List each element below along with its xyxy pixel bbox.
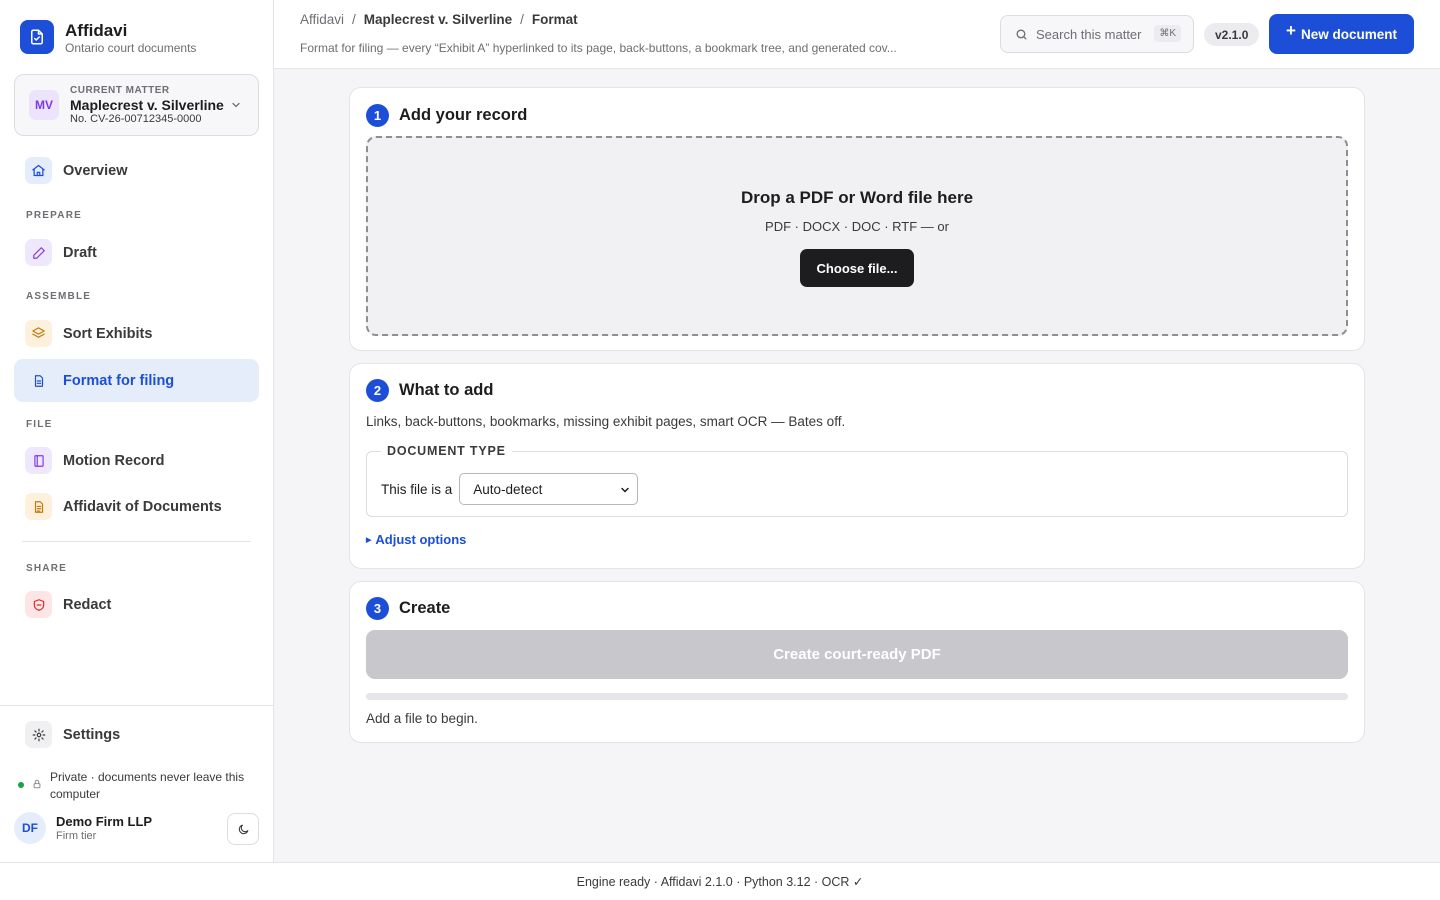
sidebar-item-affidavit-of-documents[interactable]: Affidavit of Documents bbox=[14, 485, 259, 528]
matter-kicker: CURRENT MATTER bbox=[70, 84, 170, 96]
avatar: DF bbox=[14, 812, 46, 844]
create-pdf-button[interactable]: Create court-ready PDF bbox=[366, 630, 1348, 679]
document-type-fieldset: DOCUMENT TYPE This file is a Auto-detect bbox=[366, 444, 1348, 517]
shield-icon bbox=[25, 591, 52, 618]
search-input[interactable]: Search this matter ⌘K bbox=[1000, 15, 1194, 53]
sidebar-item-label: Format for filing bbox=[63, 372, 175, 389]
top-header: Affidavi / Maplecrest v. Silverline / Fo… bbox=[274, 0, 1440, 69]
lock-icon bbox=[33, 779, 41, 789]
search-icon bbox=[1016, 28, 1027, 40]
options-summary: Links, back-buttons, bookmarks, missing … bbox=[366, 414, 846, 429]
step-title: Add your record bbox=[399, 106, 528, 124]
sidebar-item-label: Redact bbox=[63, 596, 112, 613]
sidebar-divider bbox=[22, 541, 251, 542]
sidebar-item-redact[interactable]: Redact bbox=[14, 583, 259, 626]
step-header: 3 Create bbox=[366, 597, 450, 620]
sidebar-item-label: Draft bbox=[63, 244, 97, 261]
section-label-share: SHARE bbox=[26, 563, 68, 574]
version-badge: v2.1.0 bbox=[1204, 23, 1260, 46]
search-placeholder: Search this matter bbox=[1036, 26, 1142, 42]
sidebar-item-draft[interactable]: Draft bbox=[14, 231, 259, 274]
sidebar: Affidavi Ontario court documents MV CURR… bbox=[0, 0, 274, 862]
breadcrumb-item-current: Format bbox=[531, 12, 578, 27]
user-name: Demo Firm LLP bbox=[56, 813, 153, 829]
fieldset-legend: DOCUMENT TYPE bbox=[381, 444, 512, 458]
matter-number: No. CV-26-00712345-0000 bbox=[70, 112, 202, 125]
breadcrumb-item[interactable]: Maplecrest v. Silverline bbox=[364, 12, 512, 27]
sidebar-item-label: Motion Record bbox=[63, 452, 165, 469]
step-add-record-card: 1 Add your record Drop a PDF or Word fil… bbox=[349, 87, 1365, 351]
step-number: 2 bbox=[366, 379, 389, 402]
document-type-select[interactable]: Auto-detect bbox=[459, 473, 639, 505]
disclosure-triangle-icon: ▶ bbox=[366, 536, 372, 544]
dropzone-formats: PDF · DOCX · DOC · RTF — or bbox=[765, 219, 949, 234]
status-footer: Engine ready · Affidavi 2.1.0 · Python 3… bbox=[0, 862, 1440, 900]
home-icon bbox=[25, 157, 52, 184]
sidebar-item-settings[interactable]: Settings bbox=[14, 713, 259, 756]
dropzone-title: Drop a PDF or Word file here bbox=[740, 188, 974, 207]
document-type-label: This file is a bbox=[381, 481, 453, 497]
breadcrumb-separator: / bbox=[520, 12, 524, 27]
section-label-file: FILE bbox=[26, 419, 53, 430]
breadcrumb-item[interactable]: Affidavi bbox=[300, 12, 344, 27]
matter-avatar: MV bbox=[29, 90, 59, 120]
sidebar-item-overview[interactable]: Overview bbox=[14, 149, 259, 192]
new-document-button[interactable]: + New document bbox=[1269, 14, 1414, 54]
step-title: Create bbox=[399, 599, 451, 617]
shortcut-badge: ⌘K bbox=[1154, 25, 1181, 42]
choose-file-button[interactable]: Choose file... bbox=[800, 249, 914, 287]
adjust-options-toggle[interactable]: ▶ Adjust options bbox=[366, 532, 466, 547]
brand[interactable]: Affidavi Ontario court documents bbox=[20, 20, 196, 55]
sidebar-item-motion-record[interactable]: Motion Record bbox=[14, 439, 259, 482]
privacy-text: Private · documents never leave this com… bbox=[50, 770, 245, 801]
new-document-label: New document bbox=[1300, 26, 1397, 42]
chevron-down-icon bbox=[621, 487, 630, 493]
sidebar-item-sort-exhibits[interactable]: Sort Exhibits bbox=[14, 312, 259, 355]
step-create-card: 3 Create Create court-ready PDF Add a fi… bbox=[349, 581, 1365, 743]
status-text: Add a file to begin. bbox=[366, 711, 478, 726]
file-text-icon bbox=[25, 367, 52, 394]
matter-name: Maplecrest v. Silverline bbox=[70, 96, 224, 113]
privacy-notice: Private · documents never leave this com… bbox=[18, 769, 258, 803]
step-what-to-add-card: 2 What to add Links, back-buttons, bookm… bbox=[349, 363, 1365, 569]
adjust-options-label: Adjust options bbox=[375, 532, 467, 547]
sidebar-item-format-for-filing[interactable]: Format for filing bbox=[14, 359, 259, 402]
step-number: 3 bbox=[366, 597, 389, 620]
sun-gear-icon bbox=[25, 721, 52, 748]
file-list-icon bbox=[25, 493, 52, 520]
step-number: 1 bbox=[366, 104, 389, 127]
sidebar-footer-divider bbox=[0, 705, 274, 706]
pencil-icon bbox=[25, 239, 52, 266]
select-value: Auto-detect bbox=[473, 481, 543, 497]
sidebar-item-label: Affidavit of Documents bbox=[63, 498, 222, 515]
page-subtitle: Format for filing — every “Exhibit A” hy… bbox=[300, 41, 897, 55]
section-label-prepare: PREPARE bbox=[26, 210, 83, 221]
document-check-icon bbox=[20, 20, 54, 54]
plus-icon: + bbox=[1286, 21, 1296, 40]
progress-bar bbox=[366, 693, 1348, 700]
brand-name: Affidavi bbox=[65, 21, 128, 40]
chevron-down-icon bbox=[232, 102, 240, 108]
brand-subtitle: Ontario court documents bbox=[65, 41, 197, 55]
theme-toggle-button[interactable] bbox=[227, 813, 259, 845]
step-header: 1 Add your record bbox=[366, 104, 527, 127]
user-tier: Firm tier bbox=[56, 829, 97, 842]
book-icon bbox=[25, 447, 52, 474]
user-profile[interactable]: DF Demo Firm LLP Firm tier bbox=[14, 812, 259, 845]
step-header: 2 What to add bbox=[366, 379, 493, 402]
sidebar-item-label: Sort Exhibits bbox=[63, 325, 153, 342]
breadcrumb-separator: / bbox=[352, 12, 356, 27]
step-title: What to add bbox=[399, 381, 494, 399]
status-dot bbox=[18, 782, 24, 788]
sidebar-item-label: Settings bbox=[63, 726, 121, 743]
sidebar-item-label: Overview bbox=[63, 162, 128, 179]
layers-icon bbox=[25, 320, 52, 347]
moon-icon bbox=[238, 824, 248, 834]
breadcrumb: Affidavi / Maplecrest v. Silverline / Fo… bbox=[300, 12, 578, 27]
file-dropzone[interactable]: Drop a PDF or Word file here PDF · DOCX … bbox=[366, 136, 1348, 336]
matter-switcher[interactable]: MV CURRENT MATTER Maplecrest v. Silverli… bbox=[14, 74, 259, 136]
section-label-assemble: ASSEMBLE bbox=[26, 291, 92, 302]
